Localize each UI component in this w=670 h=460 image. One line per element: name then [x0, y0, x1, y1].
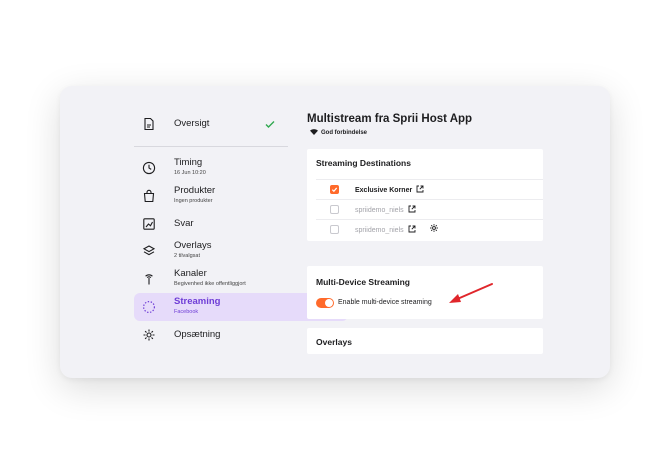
checkmark-icon — [331, 187, 338, 193]
app-window: Oversigt Timing 16 Jun 10:20 Produkter I… — [60, 86, 610, 378]
streaming-icon — [142, 300, 156, 314]
external-link-icon[interactable] — [408, 205, 416, 213]
sidebar-item-overlays[interactable]: Overlays 2 tilvalgsat — [134, 237, 348, 265]
external-link-icon[interactable] — [416, 185, 424, 193]
checkmark-icon — [264, 117, 276, 129]
destination-checkbox[interactable] — [330, 185, 339, 194]
destination-name-wrap: spriidemo_niels — [355, 205, 416, 214]
sidebar-item-subtitle: 16 Jun 10:20 — [174, 170, 206, 176]
destination-name: spriidemo_niels — [355, 227, 404, 234]
chart-icon — [142, 217, 156, 231]
sidebar-item-label: Svar — [174, 218, 194, 229]
document-icon — [142, 117, 156, 131]
card-title: Overlays — [316, 337, 352, 347]
connection-status-text: God forbindelse — [321, 130, 368, 136]
antenna-icon — [142, 272, 156, 286]
overlays-card: Overlays — [307, 328, 543, 354]
sidebar-item-label: Oversigt — [174, 118, 210, 129]
destination-name: Exclusive Korner — [355, 187, 413, 194]
settings-gear-icon[interactable] — [429, 223, 439, 233]
sidebar-item-subtitle: Ingen produkter — [174, 198, 213, 204]
destination-name: spriidemo_niels — [355, 207, 404, 214]
destination-checkbox[interactable] — [330, 205, 339, 214]
sidebar-item-subtitle: 2 tilvalgsat — [174, 253, 200, 259]
destination-name-wrap: spriidemo_niels — [355, 225, 416, 234]
multi-device-streaming-card: Multi-Device Streaming Enable multi-devi… — [307, 266, 543, 319]
sidebar-item-subtitle: Facebook — [174, 309, 199, 315]
toggle-label: Enable multi-device streaming — [338, 299, 432, 306]
toggle-knob — [325, 299, 333, 307]
wifi-icon — [310, 129, 318, 135]
sidebar-item-label: Timing — [174, 157, 203, 168]
shopping-bag-icon — [142, 189, 156, 203]
sidebar-item-label: Kanaler — [174, 268, 207, 279]
destination-checkbox[interactable] — [330, 225, 339, 234]
multi-device-toggle[interactable] — [316, 298, 334, 308]
sidebar-divider — [134, 146, 288, 147]
layers-icon — [142, 244, 156, 258]
sidebar-item-label: Streaming — [174, 296, 221, 307]
sidebar-item-label: Overlays — [174, 240, 212, 251]
destination-row[interactable]: spriidemo_niels — [316, 219, 543, 239]
page-title: Multistream fra Sprii Host App — [307, 113, 473, 125]
sidebar-item-label: Produkter — [174, 185, 216, 196]
external-link-icon[interactable] — [408, 225, 416, 233]
card-title: Multi-Device Streaming — [316, 277, 410, 287]
destination-name-wrap: Exclusive Korner — [355, 185, 424, 194]
destination-row[interactable]: Exclusive Korner — [316, 179, 543, 199]
clock-icon — [142, 161, 156, 175]
destination-row[interactable]: spriidemo_niels — [316, 199, 543, 219]
sidebar-item-label: Opsætning — [174, 329, 221, 340]
streaming-destinations-card: Streaming Destinations Exclusive Korner … — [307, 149, 543, 241]
card-title: Streaming Destinations — [316, 158, 411, 168]
sidebar-item-subtitle: Begivenhed ikke offentliggjort — [174, 281, 246, 287]
gear-icon — [142, 328, 156, 342]
connection-status: God forbindelse — [310, 129, 367, 136]
